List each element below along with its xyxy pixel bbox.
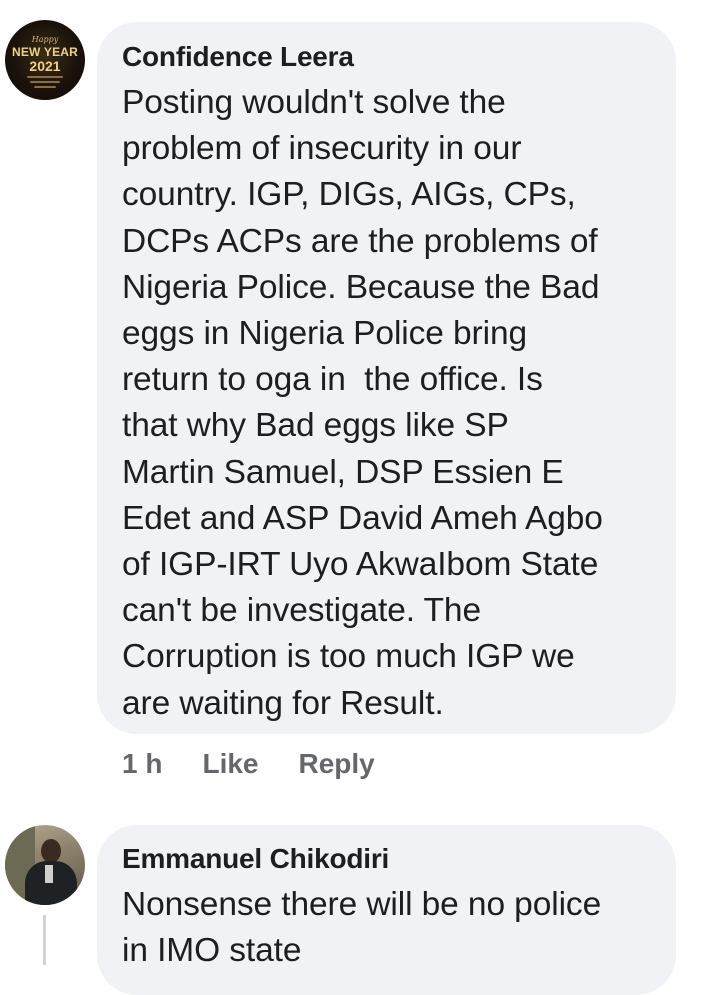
comment-bubble: Emmanuel Chikodiri Nonsense there will b…: [97, 825, 676, 995]
reply-button[interactable]: Reply: [299, 748, 375, 780]
comment-text: Nonsense there will be no police in IMO …: [122, 886, 602, 970]
avatar-year-text: 2021: [29, 58, 61, 74]
avatar-photo-shirt: [45, 865, 53, 883]
avatar-happy-text: Happy: [31, 35, 59, 44]
user-avatar[interactable]: [5, 825, 85, 905]
avatar-photo-head: [41, 839, 61, 863]
comment-text: Posting wouldn't solve the problem of in…: [122, 84, 603, 722]
comment-actions: 1 h Like Reply: [122, 748, 415, 780]
like-button[interactable]: Like: [202, 748, 258, 780]
avatar-decoration: [30, 81, 60, 83]
avatar-new-year-text: NEW YEAR: [11, 45, 79, 59]
comment-author[interactable]: Emmanuel Chikodiri: [122, 842, 652, 876]
avatar-decoration: [34, 86, 56, 88]
comment-bubble: Confidence Leera Posting wouldn't solve …: [97, 22, 676, 734]
comment-timestamp[interactable]: 1 h: [122, 748, 162, 780]
avatar-decoration: [27, 76, 63, 78]
reply-thread-line: [43, 915, 46, 965]
comment-author[interactable]: Confidence Leera: [122, 40, 652, 74]
user-avatar[interactable]: Happy NEW YEAR 2021: [5, 20, 85, 100]
